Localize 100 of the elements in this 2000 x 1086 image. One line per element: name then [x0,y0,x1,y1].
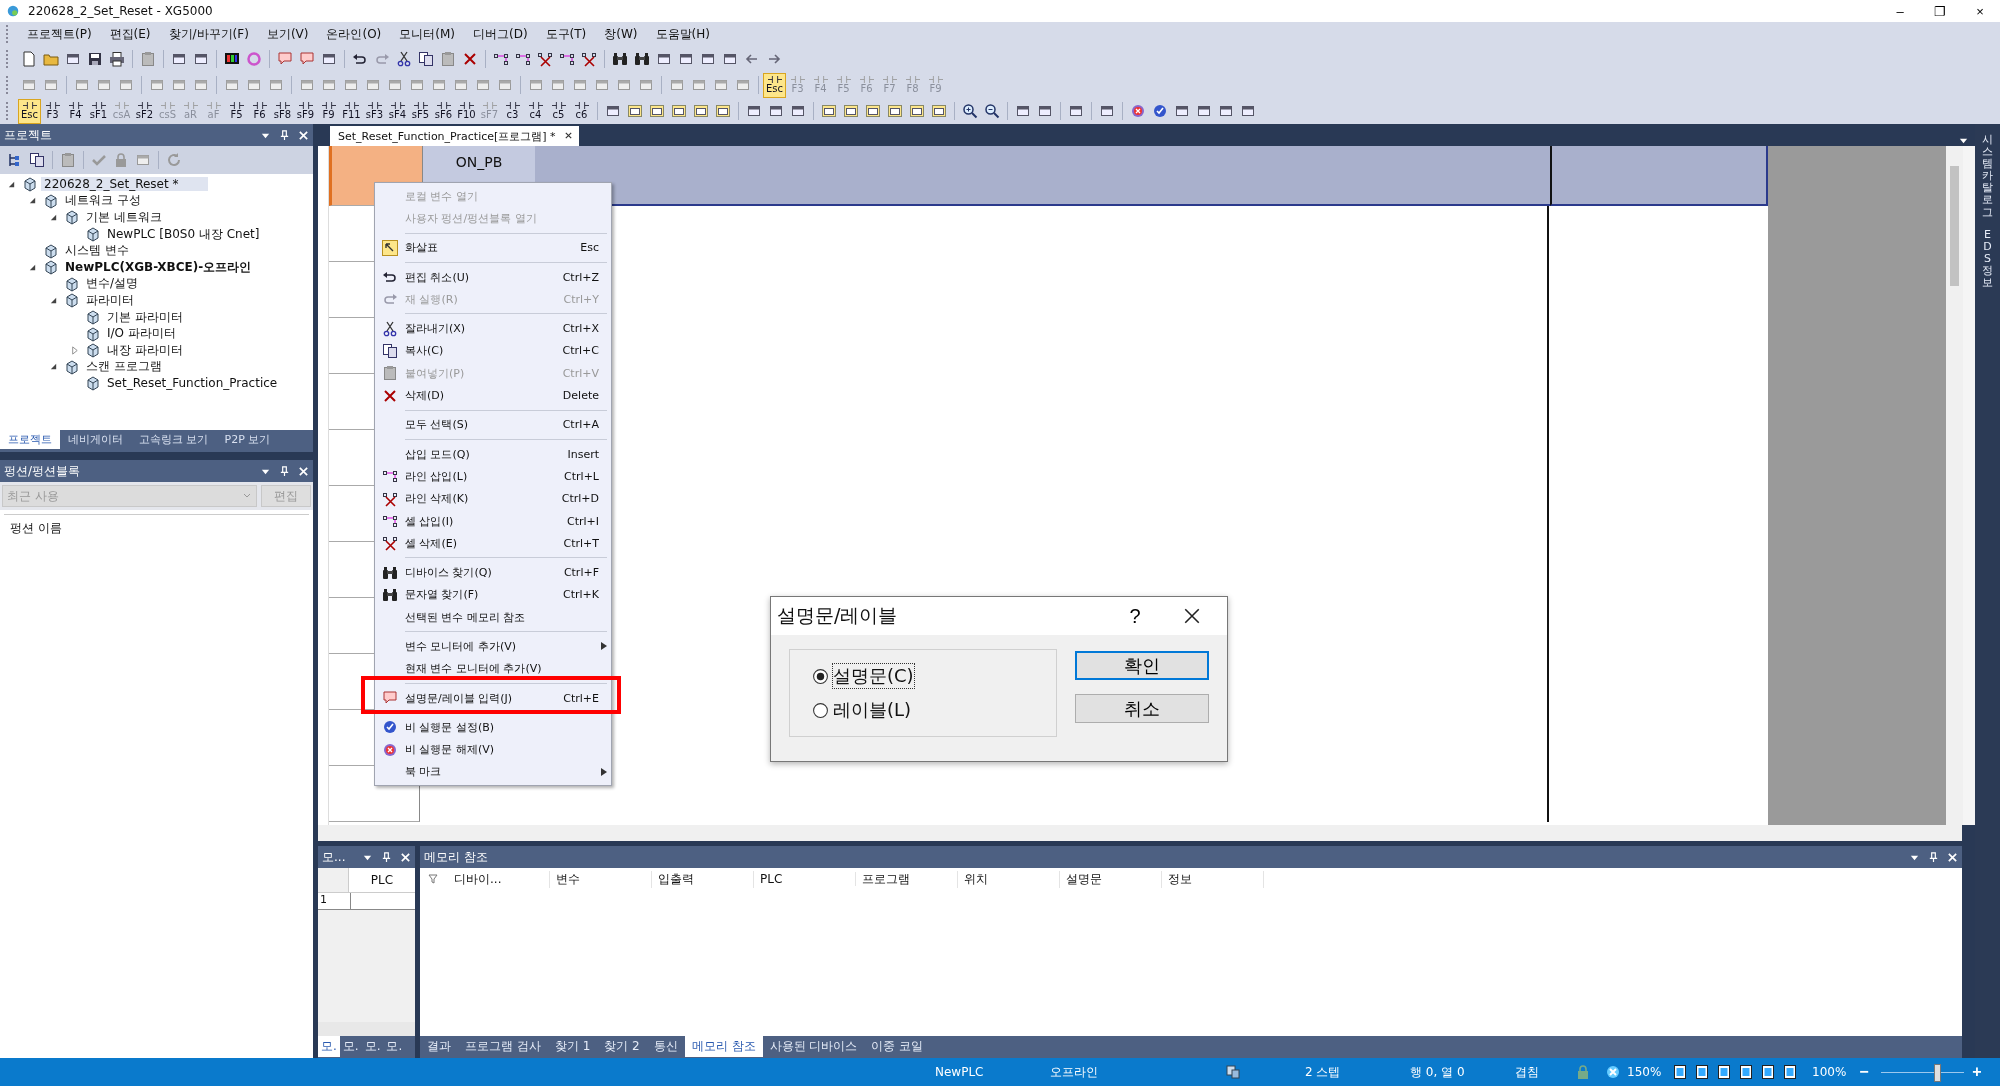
ladder-window-icon[interactable] [649,103,665,119]
menu-item[interactable]: 화살표 Esc [375,236,611,259]
window-icon[interactable] [1174,103,1190,119]
tree-item[interactable]: 파라미터 [83,291,137,309]
menu-item[interactable]: 문자열 찾기(F) Ctrl+K [375,583,611,607]
function-key-button[interactable]: sF8 [271,98,294,124]
menu-item[interactable]: 라인 삽입(L) Ctrl+L [375,465,611,488]
window-icon[interactable] [605,103,621,119]
panel-tab[interactable]: 모. [318,1036,340,1057]
function-key-button[interactable]: F5 [225,98,248,124]
side-tab[interactable]: 시스템 카탈로그 [1982,134,1993,219]
column-header[interactable]: 프로그램 [856,870,958,888]
menu-item[interactable]: 현재 변수 모니터에 추가(V) [375,657,611,680]
panel-tab[interactable]: 프로그램 검사 [458,1036,548,1057]
window-icon[interactable] [678,51,694,67]
ladder-window-icon[interactable] [931,103,947,119]
window-icon[interactable] [656,51,672,67]
menu-item[interactable]: 모두 선택(S) Ctrl+A [375,413,611,436]
function-key-button[interactable]: sF2 [133,98,156,124]
tree-item[interactable]: I/O 파라미터 [104,325,179,343]
tree-item[interactable]: NewPLC(XGB-XBCE)-오프라인 [62,258,255,276]
binoculars-icon[interactable] [634,51,650,67]
document-badge-icon[interactable] [1738,1064,1754,1080]
menu-item[interactable]: 보기(V) [257,25,318,43]
menu-item[interactable]: 도구(T) [536,25,596,43]
tree-item[interactable]: 시스템 변수 [62,242,132,260]
expand-toggle-icon[interactable] [7,179,16,189]
document-badge-icon[interactable] [1694,1064,1710,1080]
save-icon[interactable] [87,51,103,67]
function-key-button[interactable]: Esc [763,72,786,98]
radio-option[interactable]: 설명문(C) [812,664,1056,688]
tree-item[interactable]: 220628_2_Set_Reset * [41,177,209,192]
window-control-button[interactable]: ❐ [1920,0,1960,22]
menu-item[interactable]: 편집 취소(U) Ctrl+Z [375,265,611,289]
clipboard-icon[interactable] [440,51,456,67]
delete-icon[interactable] [462,51,478,67]
menu-item[interactable]: 모니터(M) [390,25,464,43]
tree-item[interactable]: 내장 파라미터 [104,341,186,359]
document-badge-icon[interactable] [1760,1064,1776,1080]
snowflake-icon[interactable] [1605,1064,1621,1080]
window-control-button[interactable]: × [1960,0,2000,22]
document-badge-icon[interactable] [1782,1064,1798,1080]
function-key-button[interactable]: F3 [41,98,64,124]
folder-icon[interactable] [43,51,59,67]
horizontal-scrollbar[interactable] [318,825,1962,841]
document-tab[interactable]: Set_Reset_Function_Practice[프로그램] * [330,126,564,146]
menu-item[interactable]: 디버그(D) [464,25,537,43]
window-icon[interactable] [1099,103,1115,119]
menu-item[interactable]: 설명문/레이블 입력(J) Ctrl+E [375,686,611,710]
window-icon[interactable] [321,51,337,67]
undo-icon[interactable] [352,51,368,67]
function-key-button[interactable]: F6 [248,98,271,124]
function-key-button[interactable]: sF1 [87,98,110,124]
window-icon[interactable] [700,51,716,67]
menu-item[interactable]: 온라인(O) [317,25,391,43]
menu-item[interactable]: 잘라내기(X) Ctrl+X [375,317,611,340]
window-icon[interactable] [1015,103,1031,119]
function-key-button[interactable]: sF4 [386,98,409,124]
speech-bubble-icon[interactable] [299,51,315,67]
panel-tab[interactable]: 메모리 참조 [684,1036,763,1057]
window-icon[interactable] [1037,103,1053,119]
pin-icon[interactable] [381,851,392,863]
panel-tab[interactable]: 결과 [420,1036,458,1057]
function-key-button[interactable]: sF9 [294,98,317,124]
speech-bubble-icon[interactable] [277,51,293,67]
nodes-icon[interactable] [493,51,509,67]
column-header[interactable]: 디바이... [448,870,550,888]
ring-icon[interactable] [246,51,262,67]
function-key-button[interactable]: c6 [570,98,593,124]
expand-toggle-icon[interactable] [49,213,58,222]
menu-item[interactable]: 비 실행문 설정(B) [375,716,611,739]
document-badge-icon[interactable] [1672,1064,1688,1080]
menu-item[interactable]: 라인 삭제(K) Ctrl+D [375,487,611,510]
clipboard-icon[interactable] [140,51,156,67]
function-key-button[interactable]: c3 [501,98,524,124]
printer-icon[interactable] [109,51,125,67]
window-icon[interactable] [65,51,81,67]
panel-tab[interactable]: 사용된 디바이스 [762,1036,865,1057]
cross-circle-icon[interactable] [1130,103,1146,119]
function-key-button[interactable]: Esc [18,98,41,124]
expand-toggle-icon[interactable] [70,345,79,355]
nodes-cross-icon[interactable] [537,51,553,67]
window-icon[interactable] [193,51,209,67]
zoom-in-icon[interactable] [962,103,978,119]
panel-tab[interactable]: 통신 [646,1036,685,1057]
ladder-window-icon[interactable] [887,103,903,119]
column-header[interactable]: 정보 [1162,870,1264,888]
close-icon[interactable] [1183,607,1201,625]
ladder-window-icon[interactable] [909,103,925,119]
expand-toggle-icon[interactable] [49,362,58,372]
window-icon[interactable] [1068,103,1084,119]
expand-toggle-icon[interactable] [28,196,37,206]
menu-item[interactable]: 변수 모니터에 추가(V) [375,635,611,658]
window-icon[interactable] [1196,103,1212,119]
menu-item[interactable]: 비 실행문 해제(V) [375,738,611,761]
menu-item[interactable]: 셀 삽입(I) Ctrl+I [375,509,611,533]
filter-icon[interactable] [428,874,438,884]
pin-icon[interactable] [279,129,290,141]
column-header[interactable]: PLC [754,872,856,886]
panel-tab[interactable]: 모. [361,1036,384,1057]
